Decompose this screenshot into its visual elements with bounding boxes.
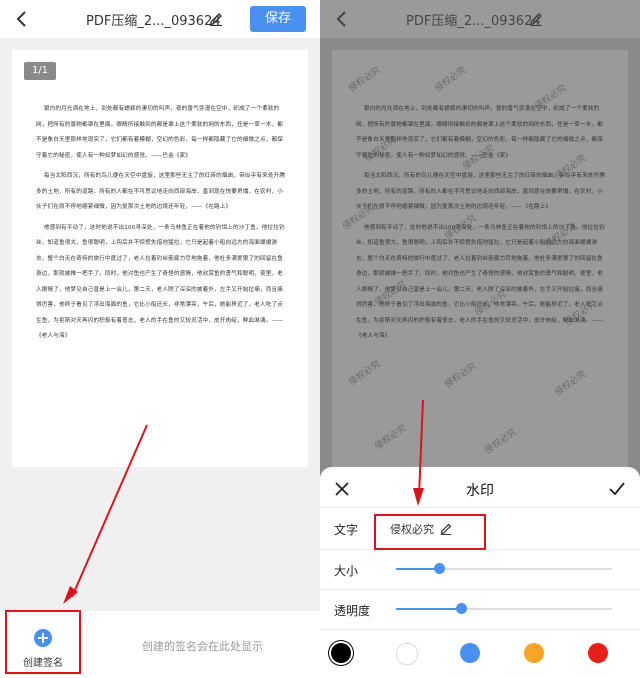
editor-panel: PDF压缩_2..._093624 保存 1/1 银白的月光洒在地上，到处都有蟋… [0, 0, 320, 678]
annotation-arrow [63, 424, 148, 604]
watermark-panel: PDF压缩_2..._093624 银白的月光洒在地上，到处都有蟋蟀的凄切的叫声… [320, 0, 640, 678]
annotation-arrow [413, 399, 424, 506]
